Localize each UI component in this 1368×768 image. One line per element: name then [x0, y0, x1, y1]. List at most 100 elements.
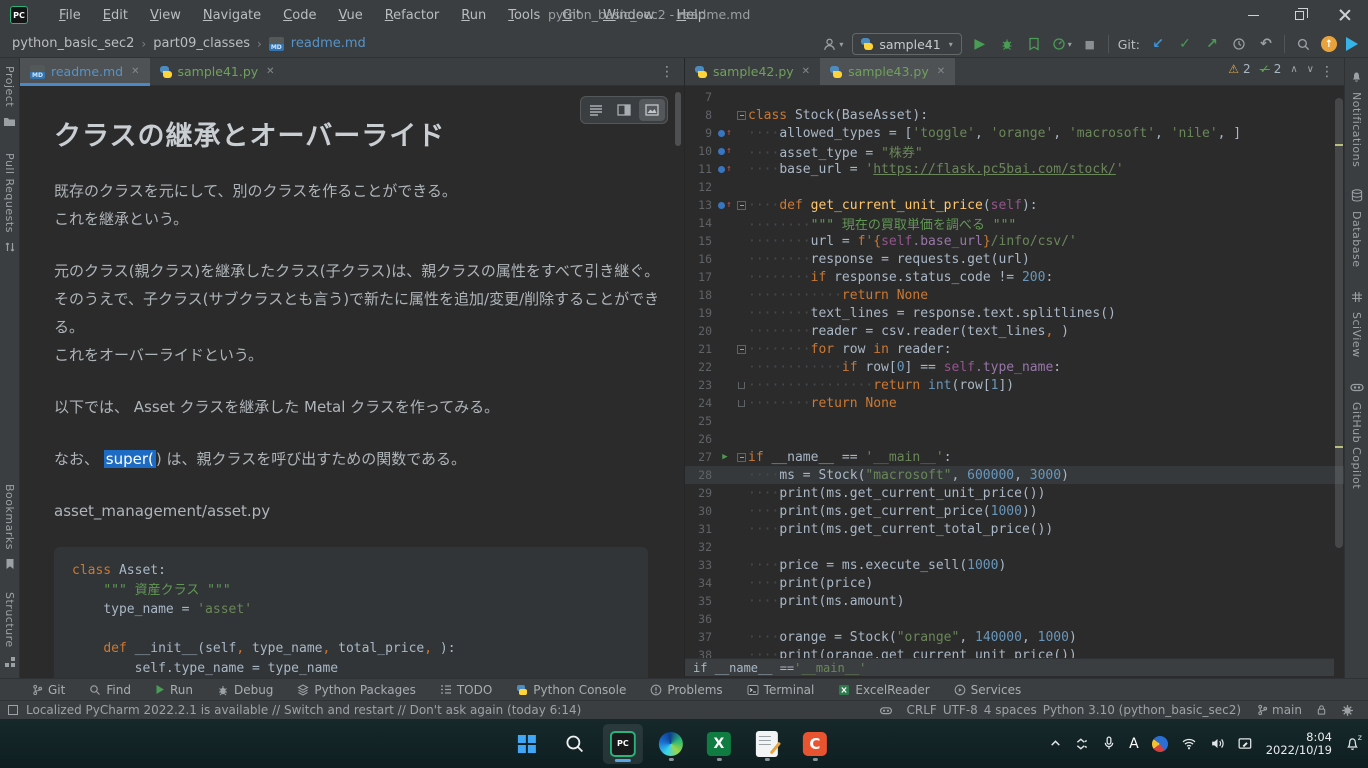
code-line-30[interactable]: 30····print(ms.get_current_price(1000)) [685, 502, 1344, 520]
tray-chevron-up-icon[interactable] [1049, 737, 1062, 750]
show-editor-only-button[interactable] [583, 99, 609, 121]
debug-button[interactable] [998, 33, 1016, 55]
minimize-button[interactable] [1230, 0, 1276, 30]
tab-sample41.py[interactable]: sample41.py✕ [150, 58, 285, 85]
menu-navigate[interactable]: Navigate [194, 4, 270, 27]
ime-indicator[interactable]: A [1129, 736, 1139, 752]
prev-problem-button[interactable]: ∧ [1290, 64, 1297, 75]
tray-sync-icon[interactable] [1075, 737, 1089, 751]
rollback-button[interactable]: ↶ [1257, 33, 1275, 55]
code-with-me-icon[interactable] [1346, 37, 1358, 51]
code-line-16[interactable]: 16········response = requests.get(url) [685, 250, 1344, 268]
code-line-10[interactable]: 10↑····asset_type = "株券" [685, 142, 1344, 160]
code-line-27[interactable]: 27▶if __name__ == '__main__': [685, 448, 1344, 466]
code-line-22[interactable]: 22············if row[0] == self.type_nam… [685, 358, 1344, 376]
menu-edit[interactable]: Edit [94, 4, 137, 27]
taskbar-pycharm-icon[interactable]: PC [603, 724, 643, 764]
close-button[interactable] [1322, 0, 1368, 30]
restore-button[interactable] [1276, 0, 1322, 30]
commit-button[interactable]: ✓ [1176, 33, 1194, 55]
tool-window-button-todo[interactable]: TODO [440, 683, 492, 697]
code-line-12[interactable]: 12 [685, 178, 1344, 196]
notifications-gear-icon[interactable] [1341, 704, 1354, 717]
github-copilot-status-icon[interactable] [879, 704, 893, 717]
fold-marker-icon[interactable] [735, 345, 748, 354]
tool-window-stripe-bookmarks[interactable]: Bookmarks [3, 484, 16, 574]
status-item-python-3-10-python-basic-sec2-[interactable]: Python 3.10 (python_basic_sec2) [1043, 703, 1241, 717]
run-configuration-select[interactable]: sample41 ▾ [852, 33, 961, 55]
fold-marker-icon[interactable] [735, 400, 748, 407]
code-line-8[interactable]: 8class Stock(BaseAsset): [685, 106, 1344, 124]
code-line-18[interactable]: 18············return None [685, 286, 1344, 304]
fold-marker-icon[interactable] [735, 453, 748, 462]
code-line-17[interactable]: 17········if response.status_code != 200… [685, 268, 1344, 286]
run-button[interactable]: ▶ [971, 33, 989, 55]
code-line-29[interactable]: 29····print(ms.get_current_unit_price()) [685, 484, 1344, 502]
tool-window-stripe-github-copilot[interactable]: GitHub Copilot [1350, 378, 1364, 489]
code-line-19[interactable]: 19········text_lines = response.text.spl… [685, 304, 1344, 322]
fold-marker-icon[interactable] [735, 382, 748, 389]
tool-window-stripe-structure[interactable]: Structure [3, 592, 16, 672]
menu-run[interactable]: Run [452, 4, 495, 27]
run-with-coverage-button[interactable] [1025, 33, 1043, 55]
tab-sample43.py[interactable]: sample43.py✕ [820, 58, 955, 85]
menu-refactor[interactable]: Refactor [376, 4, 449, 27]
stop-button[interactable]: ■ [1081, 33, 1099, 55]
code-line-11[interactable]: 11↑····base_url = 'https://flask.pc5bai.… [685, 160, 1344, 178]
update-available-icon[interactable]: ↑ [1321, 36, 1337, 52]
code-line-37[interactable]: 37····orange = Stock("orange", 140000, 1… [685, 628, 1344, 646]
tray-color-ball-icon[interactable] [1152, 736, 1168, 752]
code-line-14[interactable]: 14········""" 現在の買取単価を調べる """ [685, 214, 1344, 232]
tool-window-stripe-sciview[interactable]: SciView [1350, 288, 1363, 358]
tool-window-button-python-console[interactable]: Python Console [516, 683, 626, 697]
status-message-area[interactable]: Localized PyCharm 2022.2.1 is available … [8, 703, 581, 717]
menu-vue[interactable]: Vue [329, 4, 371, 27]
tool-window-button-find[interactable]: Find [89, 683, 131, 697]
code-line-33[interactable]: 33····price = ms.execute_sell(1000) [685, 556, 1344, 574]
tool-window-stripe-pull-requests[interactable]: Pull Requests [3, 153, 16, 257]
override-marker-icon[interactable]: ↑ [715, 147, 735, 156]
tool-window-stripe-notifications[interactable]: Notifications [1350, 68, 1363, 167]
next-problem-button[interactable]: ∨ [1307, 64, 1314, 75]
tool-window-stripe-database[interactable]: Database [1350, 187, 1363, 268]
fold-marker-icon[interactable] [735, 111, 748, 120]
show-preview-only-button[interactable] [639, 99, 665, 121]
status-item-utf-8[interactable]: UTF-8 [943, 703, 978, 717]
push-button[interactable]: ↗ [1203, 33, 1221, 55]
history-button[interactable] [1230, 33, 1248, 55]
sticky-context-line[interactable]: if __name__ == '__main__' [685, 658, 1334, 676]
run-line-icon[interactable]: ▶ [715, 452, 735, 462]
code-line-20[interactable]: 20········reader = csv.reader(text_lines… [685, 322, 1344, 340]
tool-window-stripe-project[interactable]: Project [3, 66, 16, 131]
code-line-9[interactable]: 9↑····allowed_types = ['toggle', 'orange… [685, 124, 1344, 142]
taskbar-edge-icon[interactable] [651, 724, 691, 764]
code-line-28[interactable]: 28····ms = Stock("macrosoft", 600000, 30… [685, 466, 1344, 484]
menu-code[interactable]: Code [274, 4, 325, 27]
user-icon[interactable]: ▾ [822, 33, 843, 55]
tool-window-button-services[interactable]: Services [954, 683, 1022, 697]
tab-readme.md[interactable]: MDreadme.md✕ [20, 58, 150, 85]
tool-window-button-excelreader[interactable]: ExcelReader [838, 683, 929, 697]
pen-tablet-icon[interactable] [1238, 737, 1253, 750]
tool-window-button-python-packages[interactable]: Python Packages [297, 683, 415, 697]
override-marker-icon[interactable]: ↑ [715, 201, 735, 210]
tool-window-button-git[interactable]: Git [32, 683, 65, 697]
status-item-crlf[interactable]: CRLF [907, 703, 937, 717]
tab-close-icon[interactable]: ✕ [266, 66, 274, 77]
code-line-34[interactable]: 34····print(price) [685, 574, 1344, 592]
volume-icon[interactable] [1210, 737, 1225, 750]
profiler-button[interactable]: ▾ [1052, 33, 1072, 55]
code-line-32[interactable]: 32 [685, 538, 1344, 556]
code-line-21[interactable]: 21········for row in reader: [685, 340, 1344, 358]
tab-close-icon[interactable]: ✕ [937, 66, 945, 77]
tab-options-icon[interactable]: ⋮ [650, 64, 684, 80]
update-project-button[interactable]: ↙ [1149, 33, 1167, 55]
override-marker-icon[interactable]: ↑ [715, 165, 735, 174]
code-line-36[interactable]: 36 [685, 610, 1344, 628]
tab-options-icon[interactable]: ⋮ [1310, 64, 1344, 80]
taskbar-search-button[interactable] [555, 724, 595, 764]
taskbar-excel-icon[interactable]: X [699, 724, 739, 764]
fold-marker-icon[interactable] [735, 201, 748, 210]
code-line-23[interactable]: 23················return int(row[1]) [685, 376, 1344, 394]
git-branch-widget[interactable]: main [1257, 703, 1302, 717]
